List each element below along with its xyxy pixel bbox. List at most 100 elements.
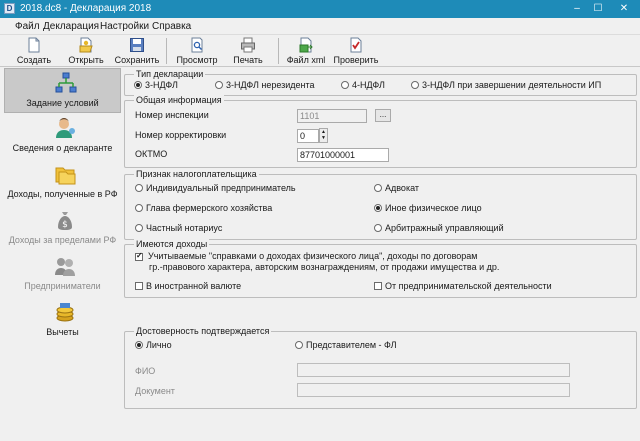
correction-field[interactable]: 0 (297, 129, 319, 143)
preview-button[interactable]: Просмотр (172, 35, 222, 67)
fio-label: ФИО (135, 366, 156, 376)
radio-label: Адвокат (385, 183, 420, 193)
window-title: 2018.dc8 - Декларация 2018 (20, 3, 152, 14)
declaration-type-group: Тип декларации 3-НДФЛ 3-НДФЛ нерезидента… (124, 69, 637, 96)
radio-individual-entrepreneur[interactable]: Индивидуальный предприниматель (135, 183, 296, 193)
radio-label: 3-НДФЛ при завершении деятельности ИП (422, 80, 602, 90)
radio-3ndfl[interactable]: 3-НДФЛ (134, 80, 178, 90)
radio-3ndfl-nonresident[interactable]: 3-НДФЛ нерезидента (215, 80, 315, 90)
group-title: Достоверность подтверждается (134, 326, 272, 336)
group-title: Признак налогоплательщика (134, 169, 259, 179)
radio-dot (215, 81, 223, 89)
radio-notary[interactable]: Частный нотариус (135, 223, 222, 233)
preview-label: Просмотр (176, 55, 218, 65)
toolbar-separator (278, 38, 279, 64)
preview-icon (191, 37, 203, 53)
check-button[interactable]: Проверить (332, 35, 380, 67)
menu-declaration[interactable]: Декларация (43, 21, 99, 32)
structure-tree-icon (55, 72, 77, 93)
radio-dot (135, 184, 143, 192)
taxpayer-sign-group: Признак налогоплательщика Индивидуальный… (124, 169, 637, 240)
reliability-group: Достоверность подтверждается Лично Предс… (124, 326, 637, 409)
menu-file[interactable]: Файл (15, 21, 40, 32)
sidebar-item-label: Доходы за пределами РФ (8, 235, 117, 245)
income-group: Имеются доходы Учитываемые "справками о … (124, 239, 637, 298)
sidebar-item-deductions[interactable]: Вычеты (4, 298, 121, 343)
group-title: Общая информация (134, 95, 224, 105)
correction-stepper[interactable]: ▲ ▼ (319, 128, 328, 143)
printer-icon (241, 37, 255, 53)
maximize-button[interactable]: ☐ (588, 0, 608, 17)
title-bar: D 2018.dc8 - Декларация 2018 – ☐ ✕ (0, 0, 640, 18)
radio-representative[interactable]: Представителем - ФЛ (295, 340, 397, 350)
xml-file-button[interactable]: Файл xml (284, 35, 328, 67)
radio-label: Индивидуальный предприниматель (146, 183, 296, 193)
check-label: Проверить (333, 55, 379, 65)
fio-field[interactable] (297, 363, 570, 377)
certified-income-checkbox[interactable] (135, 251, 146, 262)
radio-4ndfl[interactable]: 4-НДФЛ (341, 80, 385, 90)
open-button[interactable]: Открыть (64, 35, 108, 67)
general-info-group: Общая информация Номер инспекции 1101 ..… (124, 95, 637, 168)
close-button[interactable]: ✕ (608, 0, 640, 17)
radio-personally[interactable]: Лично (135, 340, 172, 350)
folders-icon (55, 167, 76, 185)
inspection-browse-button[interactable]: ... (375, 109, 391, 122)
radio-farm-head[interactable]: Глава фермерского хозяйства (135, 203, 272, 213)
coins-icon (56, 303, 74, 322)
xml-file-label: Файл xml (286, 55, 326, 65)
radio-other-individual[interactable]: Иное физическое лицо (374, 203, 482, 213)
business-income-checkbox[interactable]: От предпринимательской деятельности (374, 281, 552, 291)
toolbar: Создать Открыть Сохранить Просмотр Печат… (0, 35, 640, 67)
radio-label: Частный нотариус (146, 223, 223, 233)
foreign-currency-checkbox[interactable]: В иностранной валюте (135, 281, 241, 291)
certified-income-line1: Учитываемые "справками о доходах физичес… (148, 251, 478, 261)
radio-label: Арбитражный управляющий (385, 223, 504, 233)
checkbox-label: В иностранной валюте (146, 281, 242, 291)
radio-arbitration-manager[interactable]: Арбитражный управляющий (374, 223, 504, 233)
checkbox-box (135, 251, 143, 261)
menu-settings[interactable]: Настройки (100, 21, 149, 32)
radio-label: 3-НДФЛ нерезидента (226, 80, 315, 90)
radio-dot (134, 81, 142, 89)
check-document-icon (350, 37, 362, 53)
correction-label: Номер корректировки (135, 130, 227, 140)
minimize-button[interactable]: – (566, 0, 588, 17)
sidebar-item-income-rf[interactable]: Доходы, полученные в РФ (4, 160, 121, 205)
inspection-field[interactable]: 1101 (297, 109, 367, 123)
certified-income-line2: гр.-правового характера, авторским возна… (149, 262, 500, 272)
entrepreneurs-icon (55, 258, 75, 276)
save-button[interactable]: Сохранить (112, 35, 162, 67)
save-label: Сохранить (114, 55, 160, 65)
sidebar-item-declarant[interactable]: Сведения о декларанте (4, 114, 121, 159)
sidebar-item-conditions[interactable]: Задание условий (4, 68, 121, 113)
sidebar: Задание условий Сведения о декларанте До… (4, 68, 121, 438)
create-button[interactable]: Создать (14, 35, 54, 67)
radio-label: Лично (146, 340, 172, 350)
toolbar-separator (166, 38, 167, 64)
menu-bar: Файл Декларация Настройки Справка (0, 18, 640, 35)
floppy-disk-icon (130, 38, 144, 52)
radio-3ndfl-ip-closing[interactable]: 3-НДФЛ при завершении деятельности ИП (411, 80, 601, 90)
sidebar-item-entrepreneurs[interactable]: Предприниматели (4, 252, 121, 297)
radio-dot (295, 341, 303, 349)
radio-dot (135, 341, 143, 349)
certified-income-label: Учитываемые "справками о доходах физичес… (148, 251, 499, 273)
document-field[interactable] (297, 383, 570, 397)
create-label: Создать (16, 55, 52, 65)
spin-down-icon[interactable]: ▼ (320, 135, 327, 141)
radio-label: Иное физическое лицо (385, 203, 482, 213)
radio-label: Представителем - ФЛ (306, 340, 397, 350)
sidebar-item-label: Вычеты (46, 327, 79, 337)
radio-dot (341, 81, 349, 89)
checkbox-box (135, 282, 143, 290)
menu-help[interactable]: Справка (152, 21, 191, 32)
radio-dot (411, 81, 419, 89)
oktmo-field[interactable]: 87701000001 (297, 148, 389, 162)
inspection-label: Номер инспекции (135, 110, 209, 120)
sidebar-item-income-abroad[interactable]: $ Доходы за пределами РФ (4, 206, 121, 251)
group-title: Имеются доходы (134, 239, 210, 249)
print-button[interactable]: Печать (226, 35, 270, 67)
checkbox-box (374, 282, 382, 290)
radio-lawyer[interactable]: Адвокат (374, 183, 419, 193)
